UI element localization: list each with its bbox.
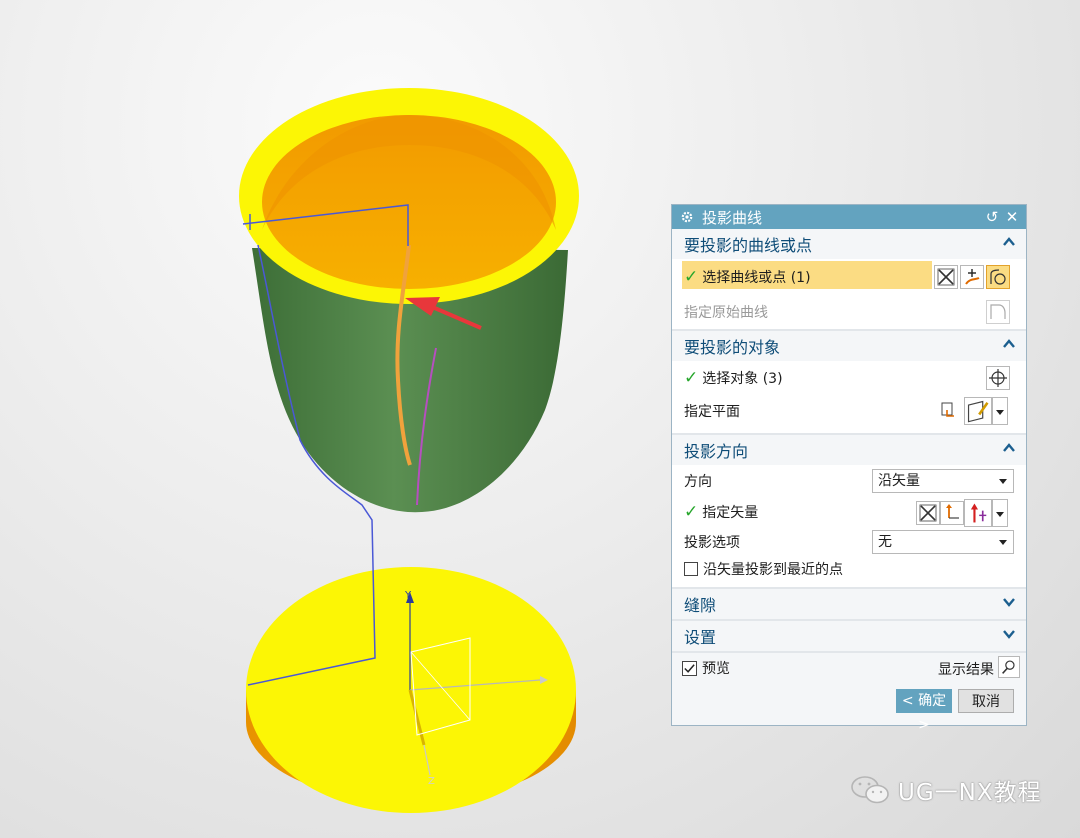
check-icon: ✓ xyxy=(684,502,699,522)
vector-dropdown-arrow[interactable] xyxy=(992,499,1008,527)
dialog-title-bar[interactable]: 投影曲线 ↺ ✕ xyxy=(672,205,1026,229)
projection-curve-dialog: 投影曲线 ↺ ✕ 要投影的曲线或点 ✓ 选择曲线或点 (1) 指定原始曲线 要投… xyxy=(671,204,1027,733)
direction-select[interactable]: 沿矢量 xyxy=(872,469,1014,493)
preview-label: 预览 xyxy=(702,661,730,677)
check-icon: ✓ xyxy=(684,368,699,388)
wechat-icon xyxy=(851,776,889,804)
original-curve-row: 指定原始曲线 xyxy=(672,295,1026,329)
nearest-point-checkbox[interactable] xyxy=(684,562,698,576)
section-objects: 要投影的对象 ✓ 选择对象 (3) 指定平面 xyxy=(672,329,1026,427)
direction-select-value: 沿矢量 xyxy=(878,473,920,489)
projection-option-value: 无 xyxy=(878,534,892,550)
select-object-row[interactable]: ✓ 选择对象 (3) xyxy=(672,361,1026,395)
watermark: UG一NX教程 xyxy=(848,770,1042,810)
vector-row[interactable]: ✓ 指定矢量 xyxy=(672,497,1026,527)
section-settings-header[interactable]: 设置 xyxy=(672,619,1026,651)
plane-dialog-icon[interactable] xyxy=(938,399,960,421)
preview-row: 预览 显示结果 xyxy=(672,651,1026,683)
section-curves-title: 要投影的曲线或点 xyxy=(684,236,813,255)
dialog-title: 投影曲线 xyxy=(702,208,763,227)
dialog-footer: < 确定 > 取消 xyxy=(672,683,1026,733)
plane-type-icon[interactable] xyxy=(964,397,992,425)
crosshair-icon[interactable] xyxy=(986,366,1010,390)
preview-checkbox[interactable] xyxy=(682,660,697,676)
watermark-text: UG一NX教程 xyxy=(898,780,1042,806)
direction-label: 方向 xyxy=(684,474,712,490)
section-gap: 缝隙 xyxy=(672,587,1026,619)
chevron-down-icon xyxy=(999,479,1007,484)
magnifier-icon[interactable] xyxy=(998,656,1020,678)
projection-option-select[interactable]: 无 xyxy=(872,530,1014,554)
close-icon[interactable]: ✕ xyxy=(1004,209,1020,225)
plane-dropdown-arrow[interactable] xyxy=(992,397,1008,425)
nearest-point-row[interactable]: 沿矢量投影到最近的点 xyxy=(672,557,1026,587)
chevron-down-icon xyxy=(999,540,1007,545)
direction-row: 方向 沿矢量 xyxy=(672,465,1026,497)
section-direction-header[interactable]: 投影方向 xyxy=(672,433,1026,465)
chevron-up-icon[interactable] xyxy=(1002,441,1016,455)
chevron-up-icon[interactable] xyxy=(1002,235,1016,249)
reverse-vector-icon[interactable] xyxy=(940,501,964,525)
section-curves: 要投影的曲线或点 ✓ 选择曲线或点 (1) 指定原始曲线 xyxy=(672,229,1026,329)
select-object-label: 选择对象 (3) xyxy=(702,371,783,387)
vector-type-icon[interactable] xyxy=(964,499,992,527)
chevron-down-icon[interactable] xyxy=(1002,595,1016,609)
section-objects-header[interactable]: 要投影的对象 xyxy=(672,329,1026,361)
curve-rule-icon[interactable] xyxy=(986,265,1010,289)
plane-label: 指定平面 xyxy=(684,404,740,420)
projection-option-label: 投影选项 xyxy=(684,535,740,551)
section-curves-header[interactable]: 要投影的曲线或点 xyxy=(672,229,1026,259)
plane-row: 指定平面 xyxy=(672,395,1026,427)
section-settings: 设置 xyxy=(672,619,1026,651)
select-curve-row[interactable]: ✓ 选择曲线或点 (1) xyxy=(672,259,1026,295)
deselect-vector-icon[interactable] xyxy=(916,501,940,525)
reset-icon[interactable]: ↺ xyxy=(984,209,1000,225)
projection-option-row: 投影选项 无 xyxy=(672,527,1026,557)
section-gap-header[interactable]: 缝隙 xyxy=(672,587,1026,619)
axis-y-label: Y xyxy=(404,590,412,601)
vector-label: 指定矢量 xyxy=(702,505,759,521)
section-direction: 投影方向 方向 沿矢量 ✓ 指定矢量 投影选项 无 沿矢量投影到最近的点 xyxy=(672,433,1026,587)
ok-button[interactable]: < 确定 > xyxy=(896,689,952,733)
nearest-point-label: 沿矢量投影到最近的点 xyxy=(703,562,843,578)
original-curve-icon[interactable] xyxy=(986,300,1010,324)
show-result-label: 显示结果 xyxy=(938,662,994,678)
gear-icon xyxy=(681,211,693,223)
section-objects-title: 要投影的对象 xyxy=(684,338,781,357)
original-curve-label: 指定原始曲线 xyxy=(684,305,768,321)
add-curve-icon[interactable] xyxy=(960,265,984,289)
chevron-up-icon[interactable] xyxy=(1002,337,1016,351)
check-icon: ✓ xyxy=(684,267,699,287)
select-curve-label: 选择曲线或点 (1) xyxy=(702,270,811,286)
section-direction-title: 投影方向 xyxy=(684,442,749,461)
section-settings-title: 设置 xyxy=(684,628,717,647)
axis-z-label: Z xyxy=(428,776,435,787)
section-gap-title: 缝隙 xyxy=(684,596,717,615)
deselect-icon[interactable] xyxy=(934,265,958,289)
chevron-down-icon[interactable] xyxy=(1002,627,1016,641)
cancel-button[interactable]: 取消 xyxy=(958,689,1014,713)
